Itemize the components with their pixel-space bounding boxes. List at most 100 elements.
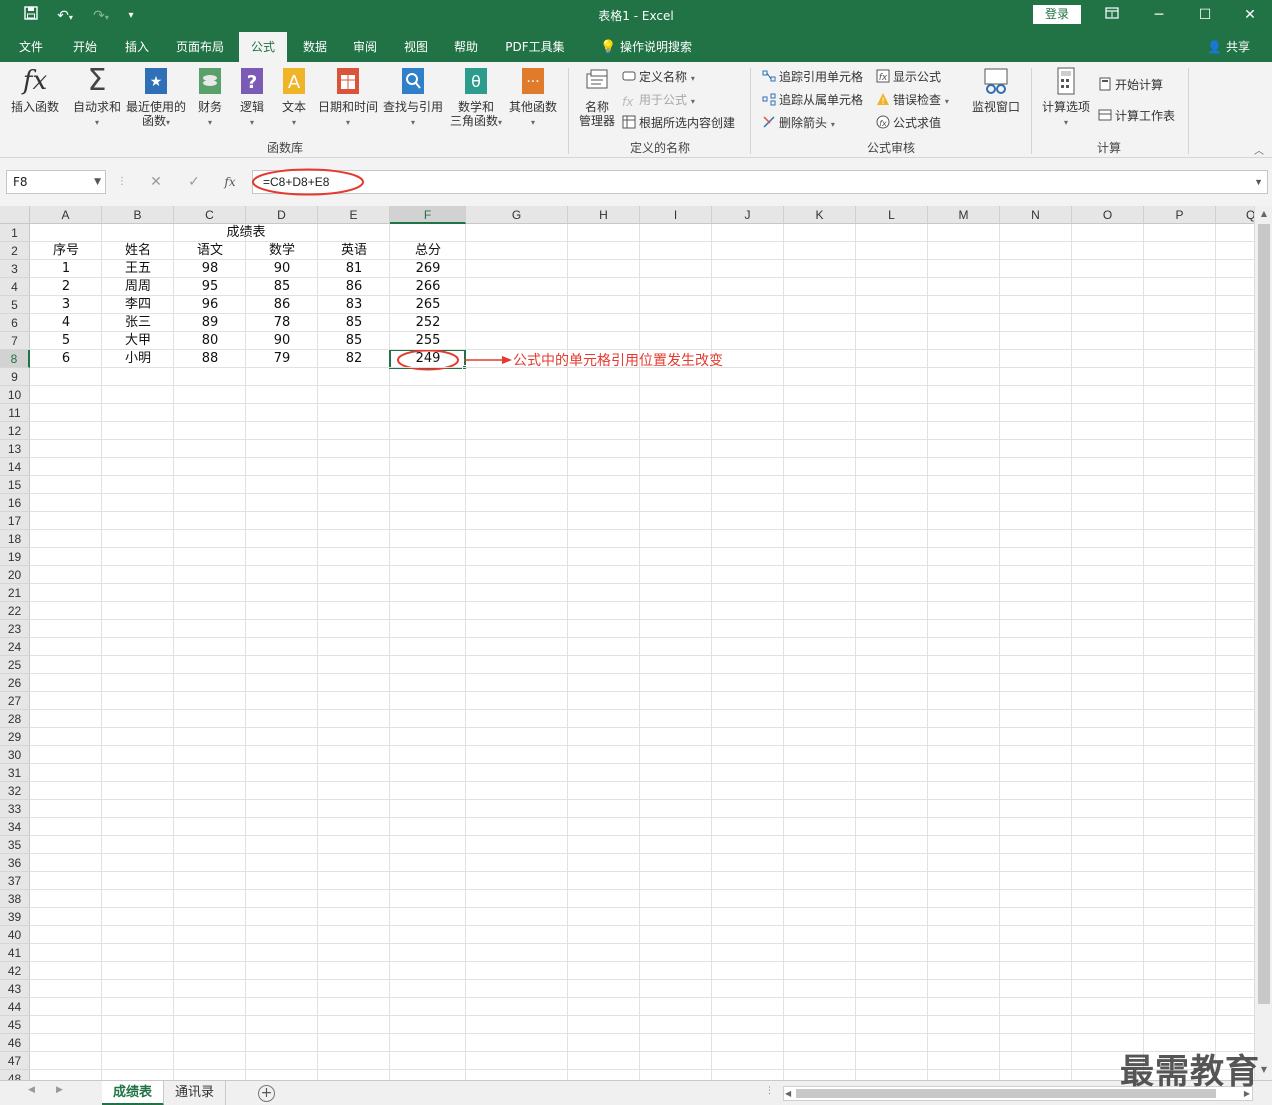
row-header[interactable]: 4 [0,278,30,296]
expand-formula-bar-icon[interactable]: ▼ [1254,171,1263,193]
row-header[interactable]: 36 [0,854,30,872]
row-header[interactable]: 34 [0,818,30,836]
row-header[interactable]: 17 [0,512,30,530]
collapse-ribbon-icon[interactable]: ︿ [1254,142,1264,157]
row-header[interactable]: 39 [0,908,30,926]
recently-used-button[interactable]: ★ 最近使用的 函数▾ [124,66,188,130]
tell-me-search[interactable]: 💡 操作说明搜索 [590,32,702,62]
table-cell[interactable]: 1 [30,260,102,278]
row-header[interactable]: 6 [0,314,30,332]
table-cell[interactable]: 大甲 [102,332,174,350]
column-header-f[interactable]: F [390,206,466,224]
column-header-q[interactable]: Q [1216,206,1254,224]
column-header-i[interactable]: I [640,206,712,224]
tab-data[interactable]: 数据 [292,32,338,62]
table-cell[interactable]: 85 [318,314,390,332]
row-header[interactable]: 2 [0,242,30,260]
table-cell[interactable]: 86 [318,278,390,296]
enter-check-icon[interactable]: ✓ [182,170,206,194]
logical-button[interactable]: ? 逻辑 ▾ [232,66,272,130]
table-cell[interactable]: 81 [318,260,390,278]
column-header-l[interactable]: L [856,206,928,224]
define-name-button[interactable]: 定义名称 ▾ [622,68,695,86]
row-header[interactable]: 40 [0,926,30,944]
row-header[interactable]: 14 [0,458,30,476]
row-header[interactable]: 10 [0,386,30,404]
sheet-tab-contacts[interactable]: 通讯录 [164,1081,226,1105]
header-cell-name[interactable]: 姓名 [102,242,174,260]
tab-view[interactable]: 视图 [393,32,439,62]
table-cell[interactable]: 85 [318,332,390,350]
header-cell-english[interactable]: 英语 [318,242,390,260]
trace-precedents-button[interactable]: 追踪引用单元格 [762,68,863,86]
prev-sheet-icon[interactable]: ◀ [28,1085,35,1095]
next-sheet-icon[interactable]: ▶ [56,1085,63,1095]
row-header[interactable]: 22 [0,602,30,620]
column-header-h[interactable]: H [568,206,640,224]
row-header[interactable]: 27 [0,692,30,710]
row-header[interactable]: 33 [0,800,30,818]
name-manager-button[interactable]: 名称 管理器 [574,66,620,128]
header-cell-total[interactable]: 总分 [390,242,466,260]
table-cell[interactable]: 79 [246,350,318,368]
table-cell[interactable]: 6 [30,350,102,368]
calc-sheet-button[interactable]: 计算工作表 [1098,107,1175,125]
row-header[interactable]: 42 [0,962,30,980]
share-button[interactable]: 👤 共享 [1207,32,1250,62]
tab-help[interactable]: 帮助 [443,32,489,62]
error-checking-button[interactable]: ! 错误检查 ▾ [876,91,949,109]
row-header[interactable]: 26 [0,674,30,692]
show-formulas-button[interactable]: fx 显示公式 [876,68,941,86]
add-sheet-icon[interactable]: + [258,1085,275,1102]
table-cell[interactable]: 86 [246,296,318,314]
lookup-button[interactable]: 查找与引用 ▾ [382,66,444,130]
row-header[interactable]: 35 [0,836,30,854]
table-cell[interactable]: 80 [174,332,246,350]
table-cell[interactable]: 88 [174,350,246,368]
column-header-a[interactable]: A [30,206,102,224]
row-header[interactable]: 13 [0,440,30,458]
column-header-d[interactable]: D [246,206,318,224]
row-header[interactable]: 25 [0,656,30,674]
tab-page-layout[interactable]: 页面布局 [168,32,232,62]
trace-dependents-button[interactable]: 追踪从属单元格 [762,91,863,109]
table-cell[interactable]: 4 [30,314,102,332]
table-cell[interactable]: 78 [246,314,318,332]
worksheet-grid[interactable]: A B C D E F G H I J K L M N O P Q 成绩表 序号… [0,206,1254,1080]
name-box[interactable]: F8 ▼ [6,170,106,194]
row-header[interactable]: 29 [0,728,30,746]
vertical-scroll-thumb[interactable] [1258,224,1270,1004]
tab-review[interactable]: 审阅 [342,32,388,62]
row-header[interactable]: 46 [0,1034,30,1052]
calc-now-button[interactable]: 开始计算 [1098,76,1163,94]
table-cell[interactable]: 5 [30,332,102,350]
row-header[interactable]: 1 [0,224,30,242]
row-header[interactable]: 21 [0,584,30,602]
column-header-o[interactable]: O [1072,206,1144,224]
scroll-left-icon[interactable]: ◀ [785,1087,791,1100]
table-cell[interactable]: 95 [174,278,246,296]
table-cell[interactable]: 张三 [102,314,174,332]
table-cell[interactable]: 小明 [102,350,174,368]
row-header[interactable]: 32 [0,782,30,800]
financial-button[interactable]: 财务 ▾ [190,66,230,130]
row-header[interactable]: 48 [0,1070,30,1080]
row-header[interactable]: 43 [0,980,30,998]
math-trig-button[interactable]: θ 数学和 三角函数▾ [446,66,506,130]
row-header[interactable]: 38 [0,890,30,908]
row-header[interactable]: 12 [0,422,30,440]
row-header[interactable]: 47 [0,1052,30,1070]
header-cell-serial[interactable]: 序号 [30,242,102,260]
row-header[interactable]: 11 [0,404,30,422]
row-header[interactable]: 20 [0,566,30,584]
row-header[interactable]: 7 [0,332,30,350]
maximize-icon[interactable]: ☐ [1183,4,1227,26]
remove-arrows-button[interactable]: 删除箭头 ▾ [762,114,835,132]
row-header[interactable]: 31 [0,764,30,782]
row-header[interactable]: 30 [0,746,30,764]
select-all-corner[interactable] [0,206,30,224]
close-icon[interactable]: ✕ [1228,4,1272,26]
text-button[interactable]: A 文本 ▾ [274,66,314,130]
tab-formulas[interactable]: 公式 [239,32,287,62]
table-cell[interactable]: 3 [30,296,102,314]
